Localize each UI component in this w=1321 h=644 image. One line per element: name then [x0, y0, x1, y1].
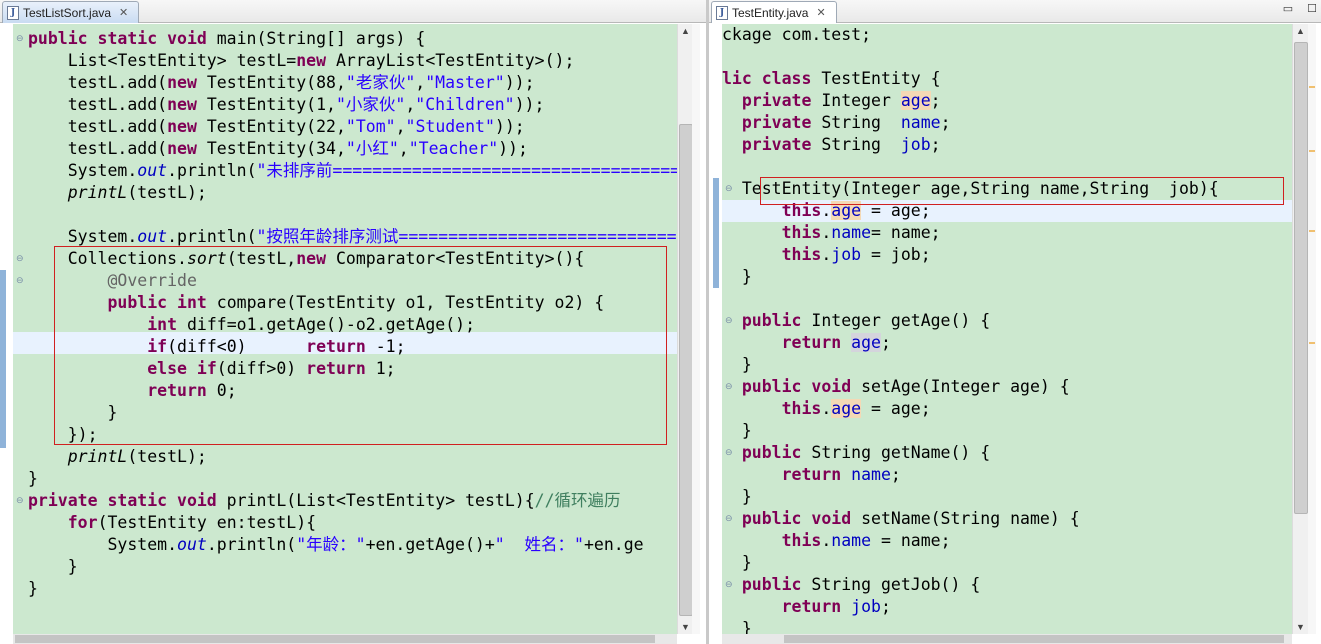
change-bar: [713, 178, 719, 288]
code-line: ⊖ public static void main(String[] args) …: [16, 28, 426, 50]
left-horizontal-scrollbar[interactable]: [13, 634, 677, 644]
maximize-icon[interactable]: ☐: [1307, 2, 1317, 15]
code-line: testL.add(new TestEntity(22,"Tom","Stude…: [28, 117, 525, 136]
code-line: ⊖ public String getJob() {: [725, 574, 981, 596]
fold-icon[interactable]: ⊖: [16, 28, 24, 50]
code-line: testL.add(new TestEntity(88,"老家伙","Maste…: [28, 73, 535, 92]
close-icon[interactable]: ✕: [816, 6, 825, 19]
code-line: List<TestEntity> testL=new ArrayList<Tes…: [28, 51, 575, 70]
java-file-icon: J: [7, 5, 19, 20]
code-line: printL(testL);: [67, 183, 207, 202]
code-line: ⊖ public void setAge(Integer age) {: [725, 376, 1070, 398]
minimize-icon[interactable]: ▭: [1283, 2, 1293, 15]
code-line: }: [28, 469, 38, 488]
fold-icon[interactable]: ⊖: [16, 270, 24, 292]
close-icon[interactable]: ✕: [119, 6, 128, 19]
tab-testentity[interactable]: J TestEntity.java ✕: [711, 1, 837, 23]
code-line: return age;: [781, 333, 891, 352]
scroll-thumb[interactable]: [1294, 42, 1308, 514]
code-line: private String job;: [741, 135, 941, 154]
code-line: }: [722, 619, 752, 634]
code-line: ⊖ public Integer getAge() {: [725, 310, 991, 332]
code-line: }: [722, 487, 752, 506]
fold-icon[interactable]: ⊖: [16, 490, 24, 512]
fold-icon[interactable]: ⊖: [725, 178, 733, 200]
code-line: System.out.println("年龄："+en.getAge()+" 姓…: [28, 535, 644, 554]
left-tab-bar: J TestListSort.java ✕: [0, 0, 706, 23]
code-line: }: [722, 421, 752, 440]
left-vertical-scrollbar[interactable]: ▲ ▼: [677, 24, 693, 634]
right-editor-pane: J TestEntity.java ✕ ▭ ☐ ckage com.test; …: [709, 0, 1321, 644]
code-line: return name;: [781, 465, 901, 484]
left-annotation-ruler: [0, 24, 13, 644]
left-code-editor[interactable]: ⊖ public static void main(String[] args) …: [13, 24, 677, 634]
code-line: printL(testL);: [67, 447, 207, 466]
code-line: }: [722, 355, 752, 374]
code-line: }: [28, 557, 78, 576]
code-line: System.out.println("按照年龄排序测试============…: [28, 227, 677, 246]
code-line: this.age = age;: [781, 399, 931, 418]
change-bar: [0, 270, 6, 448]
fold-icon[interactable]: ⊖: [725, 310, 733, 332]
left-overview-ruler[interactable]: [692, 24, 700, 634]
code-line: private Integer age;: [741, 91, 941, 110]
right-overview-ruler[interactable]: [1308, 24, 1316, 634]
code-line: this.name= name;: [781, 223, 941, 242]
fold-icon[interactable]: ⊖: [725, 376, 733, 398]
code-line: ⊖ private static void printL(List<TestEnt…: [16, 490, 621, 512]
tab-testlistsort[interactable]: J TestListSort.java ✕: [2, 1, 140, 23]
code-line: ⊖ public void setName(String name) {: [725, 508, 1080, 530]
code-line: this.job = job;: [781, 245, 931, 264]
comparator-highlight-box: [54, 246, 667, 445]
code-line: }: [28, 579, 38, 598]
occurrence-marker[interactable]: [1309, 150, 1315, 152]
scroll-up-icon[interactable]: ▲: [678, 26, 693, 36]
fold-icon[interactable]: ⊖: [16, 248, 24, 270]
occurrence-marker[interactable]: [1309, 86, 1315, 88]
code-line: for(TestEntity en:testL){: [67, 513, 317, 532]
hscroll-thumb[interactable]: [784, 635, 1284, 643]
scroll-up-icon[interactable]: ▲: [1293, 26, 1308, 36]
code-line: return job;: [781, 597, 891, 616]
code-line: testL.add(new TestEntity(1,"小家伙","Childr…: [28, 95, 545, 114]
fold-icon[interactable]: ⊖: [725, 442, 733, 464]
right-horizontal-scrollbar[interactable]: [722, 634, 1292, 644]
occurrence-marker[interactable]: [1309, 342, 1315, 344]
right-code-editor[interactable]: ckage com.test; lic class TestEntity { p…: [722, 24, 1292, 634]
right-tab-bar: J TestEntity.java ✕ ▭ ☐: [709, 0, 1321, 23]
scroll-thumb[interactable]: [679, 124, 693, 616]
code-line: ⊖ public String getName() {: [725, 442, 991, 464]
code-line: }: [722, 553, 752, 572]
code-line: testL.add(new TestEntity(34,"小红","Teache…: [28, 139, 528, 158]
fold-icon[interactable]: ⊖: [725, 508, 733, 530]
scroll-down-icon[interactable]: ▼: [678, 622, 693, 632]
java-file-icon: J: [716, 5, 728, 20]
scroll-down-icon[interactable]: ▼: [1293, 622, 1308, 632]
code-line: lic class TestEntity {: [722, 69, 941, 88]
tab-label: TestEntity.java: [732, 5, 809, 20]
fold-icon[interactable]: ⊖: [725, 574, 733, 596]
right-annotation-ruler: [709, 24, 722, 644]
tab-label: TestListSort.java: [23, 5, 112, 20]
view-controls: ▭ ☐: [1283, 2, 1317, 15]
occurrence-marker[interactable]: [1309, 230, 1315, 232]
right-vertical-scrollbar[interactable]: ▲ ▼: [1292, 24, 1308, 634]
hscroll-thumb[interactable]: [15, 635, 655, 643]
constructor-highlight-box: [760, 177, 1284, 205]
code-line: System.out.println("未排序前================…: [28, 161, 677, 180]
left-editor-pane: J TestListSort.java ✕ ⊖ public static voi…: [0, 0, 706, 644]
code-line: this.name = name;: [781, 531, 951, 550]
code-line: ckage com.test;: [722, 25, 872, 44]
code-line: }: [722, 267, 752, 286]
code-line: private String name;: [741, 113, 951, 132]
